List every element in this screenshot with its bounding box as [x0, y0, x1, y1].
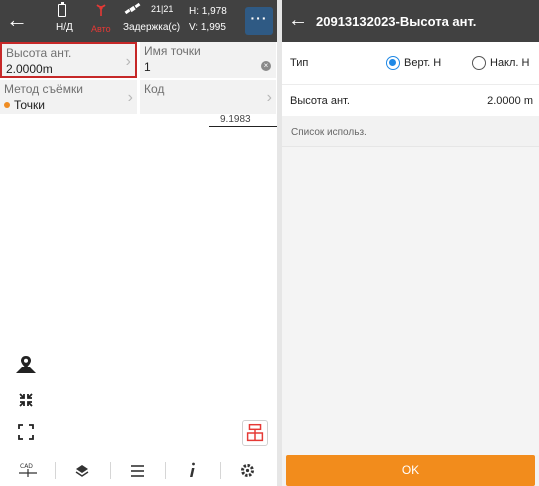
chevron-right-icon: ›	[266, 89, 272, 106]
radio-inclined-label: Накл. H	[490, 57, 530, 69]
clear-icon[interactable]: ×	[261, 61, 271, 71]
antenna-height-label: Высота ант.	[6, 46, 72, 60]
type-row: Тип Верт. H Накл. H	[282, 42, 539, 84]
battery-status: Н/Д	[56, 22, 73, 33]
antenna-height-panel: ← 20913132023-Высота ант. Тип Верт. H На…	[282, 0, 539, 486]
h-precision: H: 1,978	[189, 6, 227, 17]
v-precision: V: 1,995	[189, 22, 226, 33]
point-name-field[interactable]: Имя точки 1 ×	[140, 42, 276, 78]
back-arrow-icon[interactable]: ←	[288, 9, 308, 31]
radio-checked-icon	[386, 56, 400, 70]
radio-vertical-label: Верт. H	[404, 57, 442, 69]
cad-icon[interactable]: CAD	[0, 455, 55, 486]
survey-method-value: Точки	[4, 98, 45, 112]
page-title: 20913132023-Высота ант.	[316, 14, 477, 29]
code-field[interactable]: Код ›	[140, 80, 276, 114]
type-label: Тип	[290, 57, 309, 69]
layers-icon[interactable]	[55, 455, 110, 486]
shrink-icon[interactable]	[14, 388, 38, 412]
radio-unchecked-icon	[472, 56, 486, 70]
panel-header: ← 20913132023-Высота ант.	[282, 0, 539, 42]
battery-icon	[58, 2, 66, 17]
radio-inclined[interactable]: Накл. H	[472, 53, 538, 73]
more-button[interactable]: ···	[245, 7, 273, 35]
chevron-right-icon: ›	[127, 89, 133, 106]
survey-method-label: Метод съёмки	[4, 82, 83, 96]
bottom-toolbar: CAD	[0, 455, 277, 486]
delay-label: Задержка(с)	[123, 22, 181, 33]
chevron-right-icon: ›	[125, 53, 131, 70]
point-name-label: Имя точки	[144, 44, 201, 58]
svg-text:CAD: CAD	[20, 463, 33, 470]
map-location-icon[interactable]	[14, 353, 38, 377]
antenna-height-field[interactable]: Высота ант. 2.0000m ›	[0, 42, 137, 78]
point-name-value: 1	[144, 60, 151, 74]
code-label: Код	[144, 82, 165, 96]
antenna-height-value[interactable]: 2.0000 m	[487, 95, 533, 107]
fullscreen-icon[interactable]	[14, 420, 38, 444]
antenna-height-label: Высота ант.	[290, 95, 350, 107]
antenna-height-row[interactable]: Высота ант. 2.0000 m	[282, 84, 539, 116]
used-list-label: Список использ.	[291, 127, 367, 138]
antenna-icon[interactable]	[94, 3, 108, 17]
used-list	[282, 146, 539, 455]
survey-panel: ← Н/Д Авто 21|21 Задержка(с) H: 1,978 V:…	[0, 0, 277, 486]
antenna-height-value: 2.0000m	[6, 62, 53, 76]
survey-method-field[interactable]: Метод съёмки Точки ›	[0, 80, 137, 114]
info-icon[interactable]	[165, 455, 220, 486]
back-arrow-icon[interactable]: ←	[6, 8, 28, 32]
settings-icon[interactable]	[220, 455, 275, 486]
method-dot-icon	[4, 102, 10, 108]
menu-icon[interactable]	[110, 455, 165, 486]
map-scale-bar	[209, 126, 277, 127]
satellite-count: 21|21	[151, 4, 174, 14]
satellite-icon[interactable]	[124, 2, 142, 16]
radio-vertical[interactable]: Верт. H	[386, 53, 456, 73]
solution-mode: Авто	[91, 24, 111, 34]
ok-button[interactable]: OK	[286, 455, 535, 486]
map-scale-text: 9.1983	[220, 114, 251, 125]
stakeout-icon[interactable]	[242, 420, 268, 446]
status-header: ← Н/Д Авто 21|21 Задержка(с) H: 1,978 V:…	[0, 0, 277, 42]
